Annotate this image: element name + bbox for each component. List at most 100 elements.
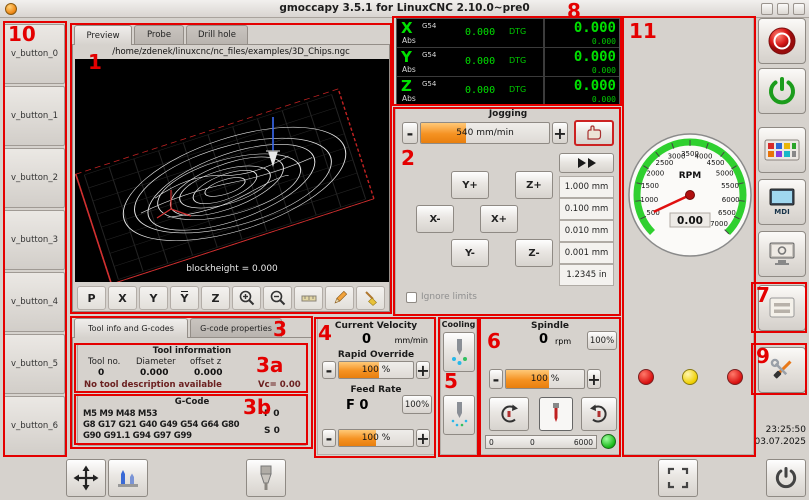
power-icon (767, 76, 797, 106)
sidebar-v-button-6[interactable]: v_button_6 (3, 396, 65, 456)
svg-text:5500: 5500 (721, 182, 739, 190)
spindle-rpm-gauge: 5001000150020002500300035004000450050005… (627, 132, 753, 258)
jogging-panel: Jogging - 540 mm/min + 1.000 mm 0.100 mm… (395, 107, 621, 316)
y2-view-button[interactable]: Y (170, 286, 199, 310)
dro-abs-label: Abs (402, 65, 416, 74)
gremlin-3d-preview[interactable]: blockheight = 0.000 (75, 59, 389, 282)
dro-dtg-value: 0.000 (592, 66, 616, 75)
perspective-view-button[interactable]: P (77, 286, 106, 310)
jog-y-minus-button[interactable]: Y- (451, 239, 489, 267)
jog-z-plus-button[interactable]: Z+ (515, 171, 553, 199)
jogging-title: Jogging (396, 109, 620, 119)
increment-0.010mm[interactable]: 0.010 mm (559, 220, 614, 242)
estop-button[interactable] (758, 18, 806, 64)
rapid-minus-button[interactable]: - (322, 361, 336, 379)
virtual-keyboard-button[interactable] (758, 127, 806, 173)
clock: 23:25:50 03.07.2025 (748, 424, 806, 448)
exit-button[interactable] (766, 459, 806, 497)
fast-forward-button[interactable] (559, 153, 614, 173)
spindle-stop-button[interactable] (539, 397, 573, 431)
dro-abs-value: 0.000 (465, 56, 495, 67)
dro-main-value: 0.000 (574, 78, 616, 94)
dro-row-y[interactable]: Y G54 Abs 0.000 DTG 0.000 0.000 (397, 48, 619, 76)
rapid-override-slider[interactable]: 100 % (338, 361, 414, 379)
gcode-line-3: G90 G91.1 G94 G97 G99 (83, 431, 192, 441)
tab-gcode-properties[interactable]: G-code properties (190, 318, 282, 337)
dro-row-x[interactable]: X G54 Abs 0.000 DTG 0.000 0.000 (397, 19, 619, 47)
dro-main-value: 0.000 (574, 20, 616, 36)
setup-tools-button[interactable] (758, 347, 806, 393)
x-view-button[interactable]: X (108, 286, 137, 310)
edit-gcode-button[interactable] (325, 286, 354, 310)
spindle-cw-button[interactable] (581, 397, 617, 431)
sidebar-v-button-3[interactable]: v_button_3 (3, 210, 65, 270)
spindle-stop-icon (545, 401, 567, 427)
increment-0.001mm[interactable]: 0.001 mm (559, 242, 614, 264)
sidebar-v-button-0[interactable]: v_button_0 (3, 24, 65, 84)
window-maximize-button[interactable] (777, 3, 789, 15)
spindle-override-value: 100 % (506, 370, 584, 388)
status-led-left (638, 369, 654, 385)
feed-override-slider[interactable]: 100 % (338, 429, 414, 447)
window-close-button[interactable] (793, 3, 805, 15)
zoom-out-button[interactable] (263, 286, 292, 310)
spindle-ccw-button[interactable] (489, 397, 529, 431)
manual-mode-button[interactable] (66, 459, 106, 497)
feed-minus-button[interactable]: - (322, 429, 336, 447)
dro-dtg-label: DTG (509, 27, 526, 36)
tab-drill-hole[interactable]: Drill hole (186, 25, 248, 44)
jog-z-minus-button[interactable]: Z- (515, 239, 553, 267)
window-minimize-button[interactable] (761, 3, 773, 15)
tool-measure-button[interactable] (246, 459, 286, 497)
jog-speed-slider[interactable]: 540 mm/min (420, 122, 550, 144)
svg-text:7000: 7000 (710, 220, 728, 228)
tab-probe[interactable]: Probe (134, 25, 184, 44)
dimensions-button[interactable] (294, 286, 323, 310)
rapid-plus-button[interactable]: + (416, 361, 430, 379)
settings-screen-button[interactable] (758, 231, 806, 277)
spindle-plus-button[interactable]: + (587, 369, 601, 389)
fullscreen-button[interactable] (658, 459, 698, 497)
feed-plus-button[interactable]: + (416, 429, 430, 447)
sidebar-v-button-2[interactable]: v_button_2 (3, 148, 65, 208)
y-view-button[interactable]: Y (139, 286, 168, 310)
dro-row-z[interactable]: Z G54 Abs 0.000 DTG 0.000 0.000 (397, 77, 619, 105)
val-diameter: 0.000 (140, 368, 168, 378)
increment-0.100mm[interactable]: 0.100 mm (559, 198, 614, 220)
sidebar-v-button-4[interactable]: v_button_4 (3, 272, 65, 332)
jog-arrows-icon (73, 465, 99, 491)
increment-1.2345in[interactable]: 1.2345 in (559, 264, 614, 286)
fullscreen-icon (666, 466, 690, 490)
mdi-button[interactable]: MDI (758, 179, 806, 225)
ignore-limits-checkbox[interactable] (406, 292, 417, 303)
col-diameter: Diameter (136, 357, 176, 367)
jog-speed-minus-button[interactable]: - (402, 122, 418, 144)
jog-y-plus-button[interactable]: Y+ (451, 171, 489, 199)
vc-value: Vc= 0.00 (258, 380, 301, 390)
clear-plot-button[interactable] (356, 286, 385, 310)
spindle-100pct-button[interactable]: 100% (587, 331, 617, 350)
z-view-button[interactable]: Z (201, 286, 230, 310)
sidebar-v-button-5[interactable]: v_button_5 (3, 334, 65, 394)
mist-coolant-button[interactable] (443, 395, 475, 435)
velocity-panel: Current Velocity 0 mm/min Rapid Override… (317, 318, 435, 455)
gcode-line-2: G8 G17 G21 G40 G49 G54 G64 G80 (83, 420, 239, 430)
tab-preview[interactable]: Preview (74, 25, 132, 45)
tab-tool-info[interactable]: Tool info and G-codes (74, 318, 188, 338)
dro-panel: X G54 Abs 0.000 DTG 0.000 0.000 Y G54 Ab… (396, 18, 620, 105)
dro-main-cell: 0.000 0.000 (543, 48, 619, 76)
jog-x-minus-button[interactable]: X- (416, 205, 454, 233)
spindle-minus-button[interactable]: - (489, 369, 503, 389)
touch-off-button[interactable] (108, 459, 148, 497)
feed-100pct-button[interactable]: 100% (402, 395, 432, 414)
machine-on-button[interactable] (758, 68, 806, 114)
tool-editor-button[interactable] (758, 285, 806, 331)
sidebar-v-button-1[interactable]: v_button_1 (3, 86, 65, 146)
increment-1.000mm[interactable]: 1.000 mm (559, 176, 614, 198)
jog-speed-plus-button[interactable]: + (552, 122, 568, 144)
jog-mode-button[interactable] (574, 120, 614, 146)
spindle-override-slider[interactable]: 100 % (505, 369, 585, 389)
zoom-in-button[interactable] (232, 286, 261, 310)
flood-coolant-button[interactable] (443, 332, 475, 372)
jog-x-plus-button[interactable]: X+ (480, 205, 518, 233)
